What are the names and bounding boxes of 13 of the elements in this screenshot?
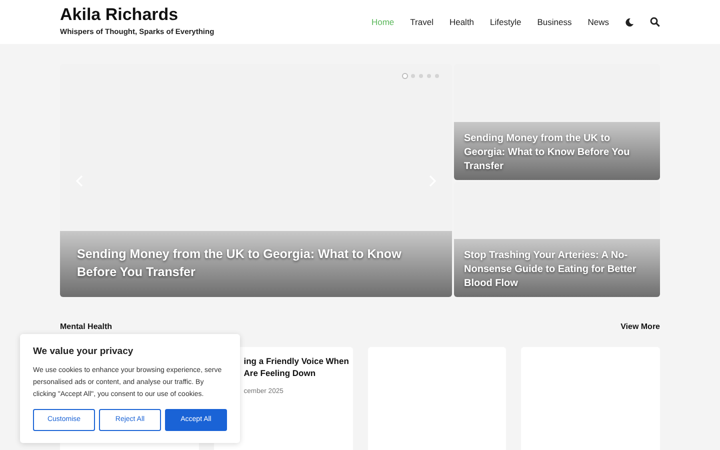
- cookie-title: We value your privacy: [33, 346, 134, 358]
- slider-dot[interactable]: [403, 74, 407, 78]
- nav-link[interactable]: Health: [449, 16, 474, 28]
- nav-link[interactable]: Lifestyle: [490, 16, 522, 28]
- section-title: Mental Health: [60, 321, 112, 333]
- post-title[interactable]: ing a Friendly Voice When Are Feeling Down: [244, 355, 352, 380]
- nav-link[interactable]: Travel: [410, 16, 434, 28]
- nav-link[interactable]: Business: [537, 16, 572, 28]
- site-title[interactable]: Akila Richards: [60, 6, 214, 24]
- search-icon[interactable]: [650, 17, 660, 27]
- view-more-link[interactable]: View More: [620, 321, 660, 333]
- nav-link[interactable]: News: [588, 16, 609, 28]
- dark-mode-icon[interactable]: [625, 18, 634, 26]
